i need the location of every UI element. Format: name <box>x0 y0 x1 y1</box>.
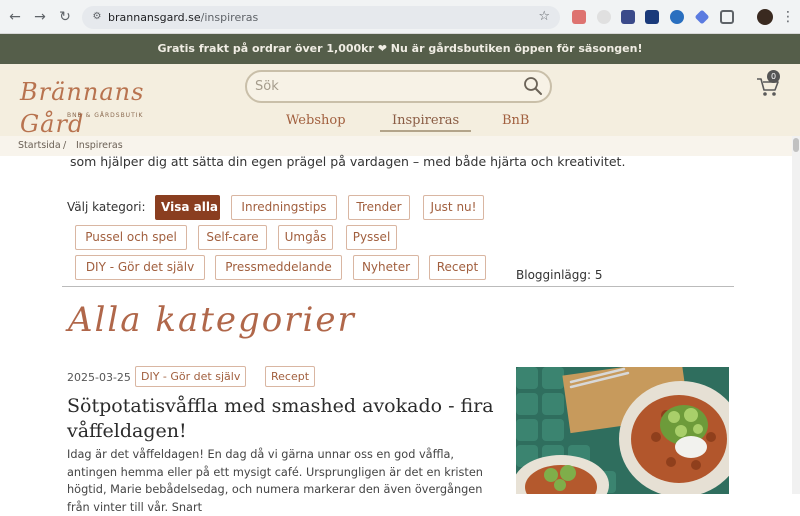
extension-icon[interactable] <box>572 10 586 24</box>
category-chip-visa-alla[interactable]: Visa alla <box>155 195 220 220</box>
category-chip-inredningstips[interactable]: Inredningstips <box>231 195 337 220</box>
reload-icon[interactable]: ↻ <box>56 8 74 26</box>
browser-toolbar: ← → ↻ ⚙ brannansgard.se/inspireras ☆ ⋮ <box>0 0 800 34</box>
forward-icon[interactable]: → <box>31 8 49 26</box>
post-tag-recept[interactable]: Recept <box>265 366 316 387</box>
nav-inspireras[interactable]: Inspireras <box>380 113 472 132</box>
nav-webshop[interactable]: Webshop <box>286 113 346 128</box>
post-image-waffle[interactable] <box>516 367 729 494</box>
category-chip-just-nu[interactable]: Just nu! <box>423 195 484 220</box>
category-chip-self-care[interactable]: Self-care <box>198 225 267 250</box>
breadcrumb-current: Inspireras <box>76 140 123 151</box>
category-chip-nyheter[interactable]: Nyheter <box>353 255 419 280</box>
breadcrumb-separator: / <box>63 140 67 151</box>
cart-count-badge: 0 <box>767 70 780 83</box>
category-chip-diy[interactable]: DIY - Gör det själv <box>75 255 205 280</box>
post-excerpt: Idag är det våffeldagen! En dag då vi gä… <box>67 448 483 514</box>
extensions-puzzle-icon[interactable] <box>720 10 734 24</box>
category-chip-umgas[interactable]: Umgås <box>278 225 333 250</box>
breadcrumb: Startsida / Inspireras <box>0 136 800 156</box>
search-icon[interactable] <box>523 76 543 96</box>
promo-banner: Gratis frakt på ordrar över 1,000kr ❤ Nu… <box>0 34 800 64</box>
bookmark-star-icon[interactable]: ☆ <box>538 9 550 24</box>
search-placeholder: Sök <box>255 79 279 94</box>
category-chip-trender[interactable]: Trender <box>348 195 410 220</box>
profile-avatar[interactable] <box>757 9 773 25</box>
site-header: Brännans Gård BNB & GÅRDSBUTIK Sök 0 Web… <box>0 64 800 138</box>
back-icon[interactable]: ← <box>6 8 24 26</box>
extension-icon[interactable] <box>621 10 635 24</box>
intro-text: som hjälper dig att sätta din egen präge… <box>70 154 626 169</box>
search-box[interactable]: Sök <box>245 70 552 103</box>
browser-menu-icon[interactable]: ⋮ <box>781 8 795 26</box>
category-label: Välj kategori: <box>67 200 146 214</box>
post-date: 2025-03-25 <box>67 371 131 384</box>
post-count: Blogginlägg: 5 <box>516 268 603 282</box>
category-chip-pressmeddelande[interactable]: Pressmeddelande <box>215 255 342 280</box>
scrollbar-thumb[interactable] <box>793 138 799 152</box>
address-bar[interactable]: ⚙ brannansgard.se/inspireras ☆ <box>82 6 560 29</box>
tag-extension-icon[interactable] <box>694 9 710 25</box>
post-title[interactable]: Sötpotatisvåffla med smashed avokado - f… <box>67 394 497 444</box>
page-scrollbar[interactable] <box>792 136 800 494</box>
site-info-icon[interactable]: ⚙ <box>90 10 104 24</box>
extension-icon[interactable] <box>597 10 611 24</box>
logo-text: Brännans Gård <box>20 78 145 138</box>
post-tag-diy[interactable]: DIY - Gör det själv <box>135 366 247 387</box>
shield-extension-icon[interactable] <box>645 10 659 24</box>
nav-bnb[interactable]: BnB <box>502 113 529 128</box>
category-chip-pussel-och-spel[interactable]: Pussel och spel <box>75 225 187 250</box>
breadcrumb-home[interactable]: Startsida <box>18 136 61 156</box>
site-logo[interactable]: Brännans Gård BNB & GÅRDSBUTIK <box>20 76 188 138</box>
category-chip-pyssel[interactable]: Pyssel <box>346 225 397 250</box>
url-text: brannansgard.se/inspireras <box>108 11 259 24</box>
section-divider <box>62 286 734 287</box>
section-title: Alla kategorier <box>68 300 356 340</box>
logo-subtitle: BNB & GÅRDSBUTIK <box>67 112 144 119</box>
extension-icon[interactable] <box>670 10 684 24</box>
category-chip-recept[interactable]: Recept <box>429 255 486 280</box>
